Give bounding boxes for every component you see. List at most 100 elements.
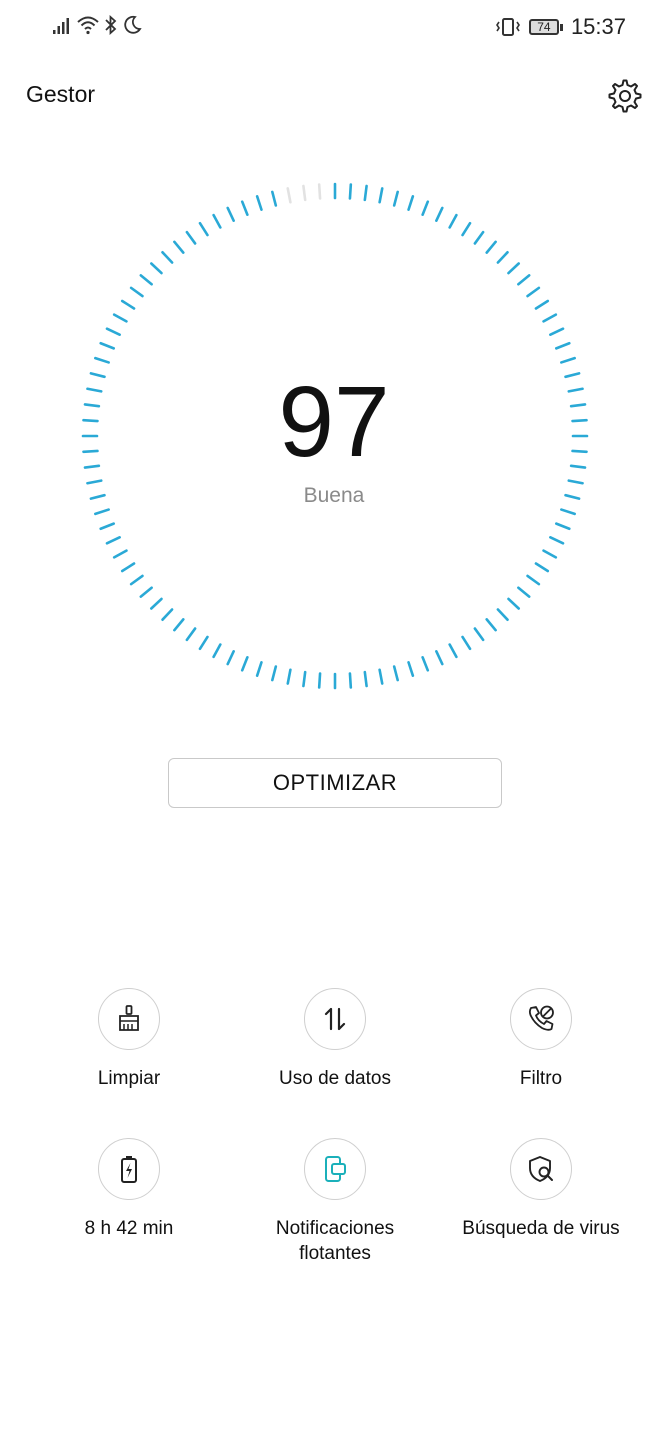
- gauge-tick-inactive: [302, 184, 307, 202]
- tool-filter-circle: [510, 988, 572, 1050]
- gauge-tick-active: [363, 670, 368, 688]
- gauge-tick-active: [161, 608, 174, 622]
- gauge-tick-active: [560, 356, 576, 364]
- gauge-tick-active: [378, 187, 384, 204]
- gauge-tick-active: [507, 597, 521, 610]
- battery-icon: 74: [528, 18, 563, 36]
- gauge-tick-active: [554, 522, 571, 531]
- gauge-tick-active: [549, 327, 565, 336]
- gauge-tick-active: [129, 574, 144, 586]
- wifi-icon: [77, 16, 99, 35]
- gauge-tick-active: [542, 313, 558, 323]
- gauge-tick-active: [198, 635, 209, 651]
- gauge-tick-active: [302, 670, 307, 688]
- tool-filter[interactable]: Filtro: [441, 988, 641, 1091]
- optimize-button[interactable]: OPTIMIZAR: [168, 758, 502, 808]
- battery-level: 74: [537, 20, 551, 34]
- tool-battery-label: 8 h 42 min: [84, 1218, 174, 1239]
- tool-virus-scan-circle: [510, 1138, 572, 1200]
- gauge-tick-active: [473, 627, 485, 642]
- gauge-tick-active: [348, 672, 353, 689]
- gauge-tick-active: [496, 608, 509, 622]
- gauge-tick-inactive: [286, 187, 292, 204]
- gauge-tick-active: [507, 262, 521, 275]
- gauge-tick-active: [526, 286, 541, 298]
- gauge-tick-active: [473, 230, 485, 245]
- tool-battery[interactable]: 8 h 42 min: [29, 1138, 229, 1241]
- gauge-tick-active: [461, 635, 472, 651]
- gauge-tick-active: [271, 190, 278, 207]
- gauge-tick-active: [240, 655, 249, 672]
- page-title: Gestor: [26, 81, 96, 107]
- tool-virus-scan[interactable]: Búsqueda de virus: [441, 1138, 641, 1241]
- gauge-tick-active: [421, 200, 430, 217]
- gauge-tick-active: [421, 655, 430, 672]
- gauge-tick-active: [534, 299, 550, 310]
- settings-button[interactable]: [607, 78, 643, 114]
- do-not-disturb-icon: [124, 15, 142, 34]
- tool-clean[interactable]: Limpiar: [29, 988, 229, 1091]
- tool-data-usage[interactable]: Uso de datos: [235, 988, 435, 1091]
- gauge-tick-active: [435, 206, 444, 222]
- gauge-tick-active: [112, 549, 128, 559]
- gauge-tick-active: [286, 668, 292, 685]
- tool-clean-circle: [98, 988, 160, 1050]
- tool-filter-label: Filtro: [519, 1068, 563, 1089]
- broom-icon: [119, 1005, 139, 1031]
- tool-virus-scan-label: Búsqueda de virus: [462, 1218, 620, 1239]
- tool-clean-label: Limpiar: [97, 1068, 161, 1089]
- gauge-tick-active: [173, 618, 185, 632]
- gear-icon: [608, 79, 642, 113]
- gauge-tick-active: [534, 562, 550, 573]
- gauge-tick-active: [378, 668, 384, 685]
- gauge-tick-active: [461, 221, 472, 237]
- gauge-tick-active: [94, 508, 110, 516]
- gauge-tick-active: [485, 240, 497, 254]
- virus-scan-icon: [529, 1156, 553, 1182]
- gauge-tick-active: [485, 618, 497, 632]
- gauge-tick-active: [392, 665, 399, 682]
- gauge-tick-active: [185, 230, 197, 245]
- gauge-tick-active: [86, 479, 103, 485]
- gauge-tick-active: [105, 536, 121, 545]
- gauge-tick-active: [120, 299, 136, 310]
- gauge-tick-active: [448, 643, 458, 659]
- gauge-tick-active: [317, 672, 322, 689]
- gauge-tick-active: [560, 508, 576, 516]
- gauge-tick-active: [161, 251, 174, 264]
- battery-icon: [121, 1156, 137, 1183]
- tool-data-usage-label: Uso de datos: [279, 1068, 391, 1089]
- gauge-tick-active: [198, 221, 209, 237]
- score-label: Buena: [303, 484, 365, 507]
- tool-floating-notifications[interactable]: Notificaciones flotantes: [235, 1138, 435, 1266]
- gauge-tick-active: [271, 665, 278, 682]
- bluetooth-icon: [105, 14, 117, 36]
- tool-floating-notifications-label: Notificaciones flotantes: [275, 1218, 395, 1264]
- gauge-tick-active: [139, 274, 153, 286]
- gauge-tick-active: [348, 183, 353, 200]
- gauge-tick-active: [517, 586, 531, 598]
- gauge-tick-active: [120, 562, 136, 573]
- data-transfer-icon: [324, 1007, 346, 1031]
- gauge-tick-active: [407, 661, 415, 677]
- vibrate-icon: [495, 18, 520, 36]
- gauge-tick-active: [226, 650, 235, 666]
- gauge-tick-active: [542, 549, 558, 559]
- gauge-tick-active: [94, 356, 110, 364]
- gauge-tick-active: [212, 643, 222, 659]
- gauge-tick-active: [105, 327, 121, 336]
- gauge-tick-active: [554, 341, 571, 350]
- gauge-tick-active: [496, 251, 509, 264]
- gauge-tick-active: [255, 661, 263, 677]
- gauge-tick-active: [112, 313, 128, 323]
- tool-floating-notifications-circle: [304, 1138, 366, 1200]
- gauge-tick-active: [240, 200, 249, 217]
- tool-battery-circle: [98, 1138, 160, 1200]
- call-block-icon: [528, 1005, 554, 1031]
- clock: 15:37: [570, 14, 626, 39]
- gauge-tick-active: [549, 536, 565, 545]
- signal-icon: [53, 18, 69, 34]
- gauge-tick-active: [150, 262, 163, 275]
- gauge-tick-active: [392, 190, 399, 207]
- gauge-tick-active: [255, 195, 263, 211]
